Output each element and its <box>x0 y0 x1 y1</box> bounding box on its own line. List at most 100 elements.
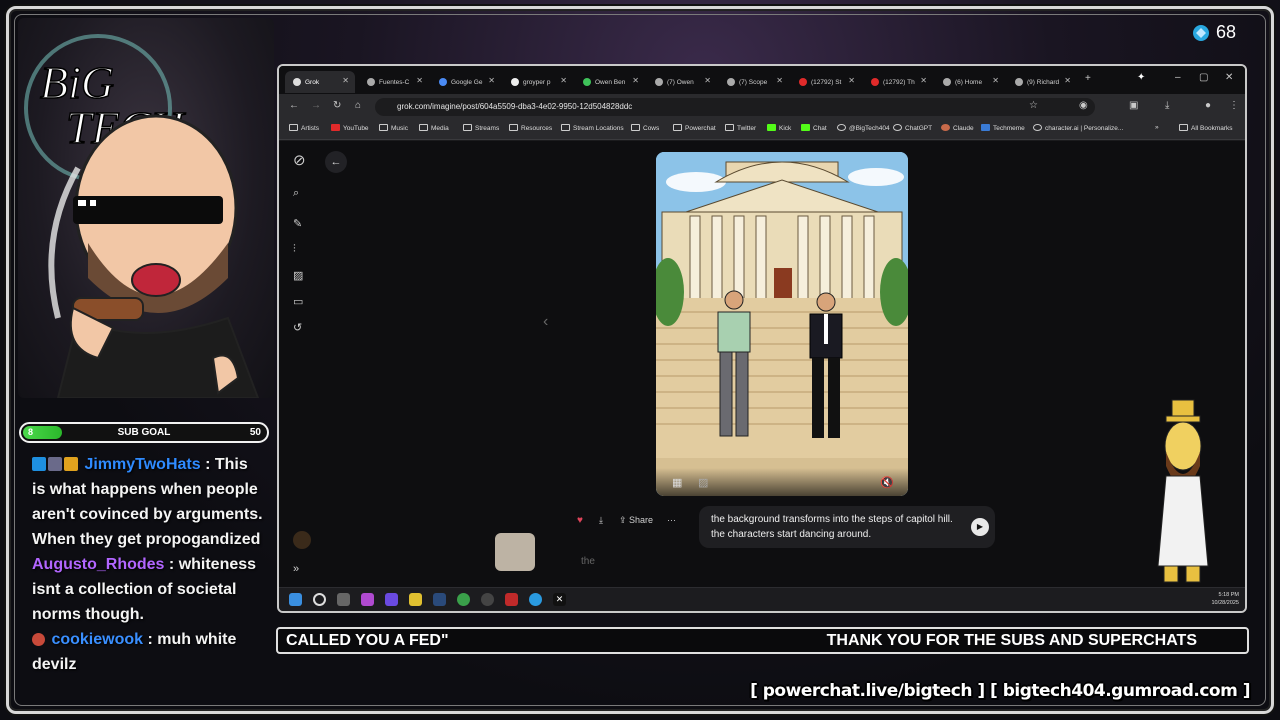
chat-username[interactable]: cookiewook <box>51 631 143 648</box>
previous-arrow-icon[interactable]: ‹ <box>543 313 548 331</box>
close-icon[interactable]: ✕ <box>560 76 567 85</box>
close-icon[interactable]: ✕ <box>848 76 855 85</box>
bookmark[interactable]: Techmeme <box>981 124 1025 132</box>
search-icon[interactable]: ⌕ <box>293 187 299 200</box>
obs-icon[interactable] <box>481 593 494 606</box>
play-button[interactable]: ▶ <box>971 518 989 536</box>
x-icon[interactable]: ✕ <box>553 593 566 606</box>
file-explorer-icon[interactable] <box>409 593 422 606</box>
video-mode-icon[interactable]: ▦ <box>672 476 682 489</box>
bookmark-folder[interactable]: Resources <box>509 124 552 132</box>
steam-icon[interactable] <box>433 593 446 606</box>
bookmark[interactable]: Chat <box>801 124 827 132</box>
close-icon[interactable]: ✕ <box>416 76 423 85</box>
share-button[interactable]: ⇪ Share <box>619 515 653 526</box>
app-icon[interactable] <box>505 593 518 606</box>
windows-start-icon[interactable] <box>289 593 302 606</box>
scrolling-ticker: CALLED YOU A FED" THANK YOU FOR THE SUBS… <box>276 627 1249 654</box>
bookmark[interactable]: @BigTech404 <box>837 124 890 132</box>
forward-icon[interactable]: → <box>311 100 321 111</box>
bookmark[interactable]: Claude <box>941 124 974 132</box>
attachment-thumbnail[interactable] <box>495 533 535 571</box>
new-tab-icon[interactable]: + <box>1085 73 1091 84</box>
bookmark-folder[interactable]: Twitter <box>725 124 756 132</box>
close-icon[interactable]: ✕ <box>1064 76 1071 85</box>
user-avatar[interactable] <box>293 531 311 549</box>
prompt-input[interactable]: the <box>559 547 1064 577</box>
close-window-icon[interactable]: ✕ <box>1225 72 1233 83</box>
menu-icon[interactable]: ⋮ <box>1229 100 1239 111</box>
bookmark[interactable]: character.ai | Personalize... <box>1033 124 1123 132</box>
app-icon[interactable] <box>361 593 374 606</box>
more-bookmarks-icon[interactable]: » <box>1155 124 1159 131</box>
edit-icon[interactable]: ✎ <box>293 217 302 230</box>
profile-icon[interactable]: ● <box>1205 100 1211 111</box>
projects-icon[interactable]: ▭ <box>293 295 303 308</box>
tab[interactable]: (12792) St ✕ <box>791 71 861 93</box>
heart-icon[interactable]: ♥ <box>577 515 583 526</box>
bookmark[interactable]: YouTube <box>331 124 369 132</box>
expand-sidebar-icon[interactable]: » <box>293 563 299 575</box>
app-icon[interactable] <box>385 593 398 606</box>
chat-username[interactable]: Augusto_Rhodes <box>32 556 164 573</box>
bookmark-folder[interactable]: Music <box>379 124 408 132</box>
tab-grok[interactable]: Grok ✕ <box>285 71 355 93</box>
close-icon[interactable]: ✕ <box>342 76 349 85</box>
reload-icon[interactable]: ↻ <box>333 100 341 111</box>
chrome-icon[interactable] <box>457 593 470 606</box>
chat-message: Augusto_Rhodes : whiteness isnt a collec… <box>32 556 257 623</box>
history-icon[interactable]: ↺ <box>293 321 302 334</box>
back-icon[interactable]: ← <box>289 100 299 111</box>
task-view-icon[interactable] <box>337 593 350 606</box>
gemini-sparkle-icon[interactable]: ✦ <box>1137 72 1145 83</box>
back-button[interactable]: ← <box>325 151 347 173</box>
tab[interactable]: Google Ge ✕ <box>431 71 501 93</box>
bookmark-folder[interactable]: Media <box>419 124 449 132</box>
extension-icon[interactable]: ◉ <box>1079 100 1088 111</box>
download-icon[interactable]: ⤓ <box>1165 100 1169 111</box>
bookmark[interactable]: Kick <box>767 124 791 132</box>
voice-icon[interactable]: ⫶ <box>293 243 296 256</box>
all-bookmarks[interactable]: All Bookmarks <box>1179 124 1233 132</box>
viewer-count: 68 <box>1191 22 1236 43</box>
tab[interactable]: (12792) Th ✕ <box>863 71 933 93</box>
svg-text:BiG: BiG <box>40 57 114 108</box>
generated-video[interactable]: ▦ ▨ 🔇 <box>656 152 908 496</box>
image-mode-icon[interactable]: ▨ <box>698 476 708 489</box>
tab[interactable]: (7) Scope ✕ <box>719 71 789 93</box>
address-bar[interactable]: grok.com/imagine/post/604a5509-dba3-4e02… <box>375 98 1095 116</box>
puzzle-icon[interactable]: ▣ <box>1129 100 1138 111</box>
bookmark-folder[interactable]: Stream Locations <box>561 124 624 132</box>
bookmark-folder[interactable]: Artists <box>289 124 319 132</box>
bookmark[interactable]: ChatGPT <box>893 124 932 132</box>
star-icon[interactable]: ☆ <box>1029 100 1038 111</box>
tab[interactable]: (9) Richard ✕ <box>1007 71 1077 93</box>
bookmark-folder[interactable]: Streams <box>463 124 499 132</box>
bookmark-folder[interactable]: Powerchat <box>673 124 716 132</box>
close-icon[interactable]: ✕ <box>776 76 783 85</box>
close-icon[interactable]: ✕ <box>920 76 927 85</box>
bookmark-folder[interactable]: Cows <box>631 124 659 132</box>
close-icon[interactable]: ✕ <box>632 76 639 85</box>
imagine-icon[interactable]: ▨ <box>293 269 303 282</box>
grok-logo-icon[interactable]: ⊘ <box>293 151 306 169</box>
close-icon[interactable]: ✕ <box>992 76 999 85</box>
home-icon[interactable]: ⌂ <box>355 100 361 111</box>
download-icon[interactable]: ⤓ <box>599 515 603 526</box>
tab[interactable]: (6) Home ✕ <box>935 71 1005 93</box>
tab[interactable]: Fuentes-C ✕ <box>359 71 429 93</box>
streamer-avatar: BiG TECH <box>18 18 274 398</box>
search-icon[interactable] <box>313 593 326 606</box>
maximize-icon[interactable]: ▢ <box>1199 72 1208 83</box>
tab[interactable]: groyper p ✕ <box>503 71 573 93</box>
chat-username[interactable]: JimmyTwoHats <box>84 456 200 473</box>
close-icon[interactable]: ✕ <box>704 76 711 85</box>
tab[interactable]: Owen Ben ✕ <box>575 71 645 93</box>
grok-imagine-page: ⊘ ⌕ ✎ ⫶ ▨ ▭ ↺ » ← ‹ ▦ ▨ 🔇 ♥ ⤓ ⇪ Share ··… <box>279 141 1245 589</box>
telegram-icon[interactable] <box>529 593 542 606</box>
minimize-icon[interactable]: – <box>1175 72 1181 83</box>
mute-icon[interactable]: 🔇 <box>880 476 894 489</box>
more-options-button[interactable]: ··· <box>667 515 676 525</box>
tab[interactable]: (7) Owen ✕ <box>647 71 717 93</box>
close-icon[interactable]: ✕ <box>488 76 495 85</box>
